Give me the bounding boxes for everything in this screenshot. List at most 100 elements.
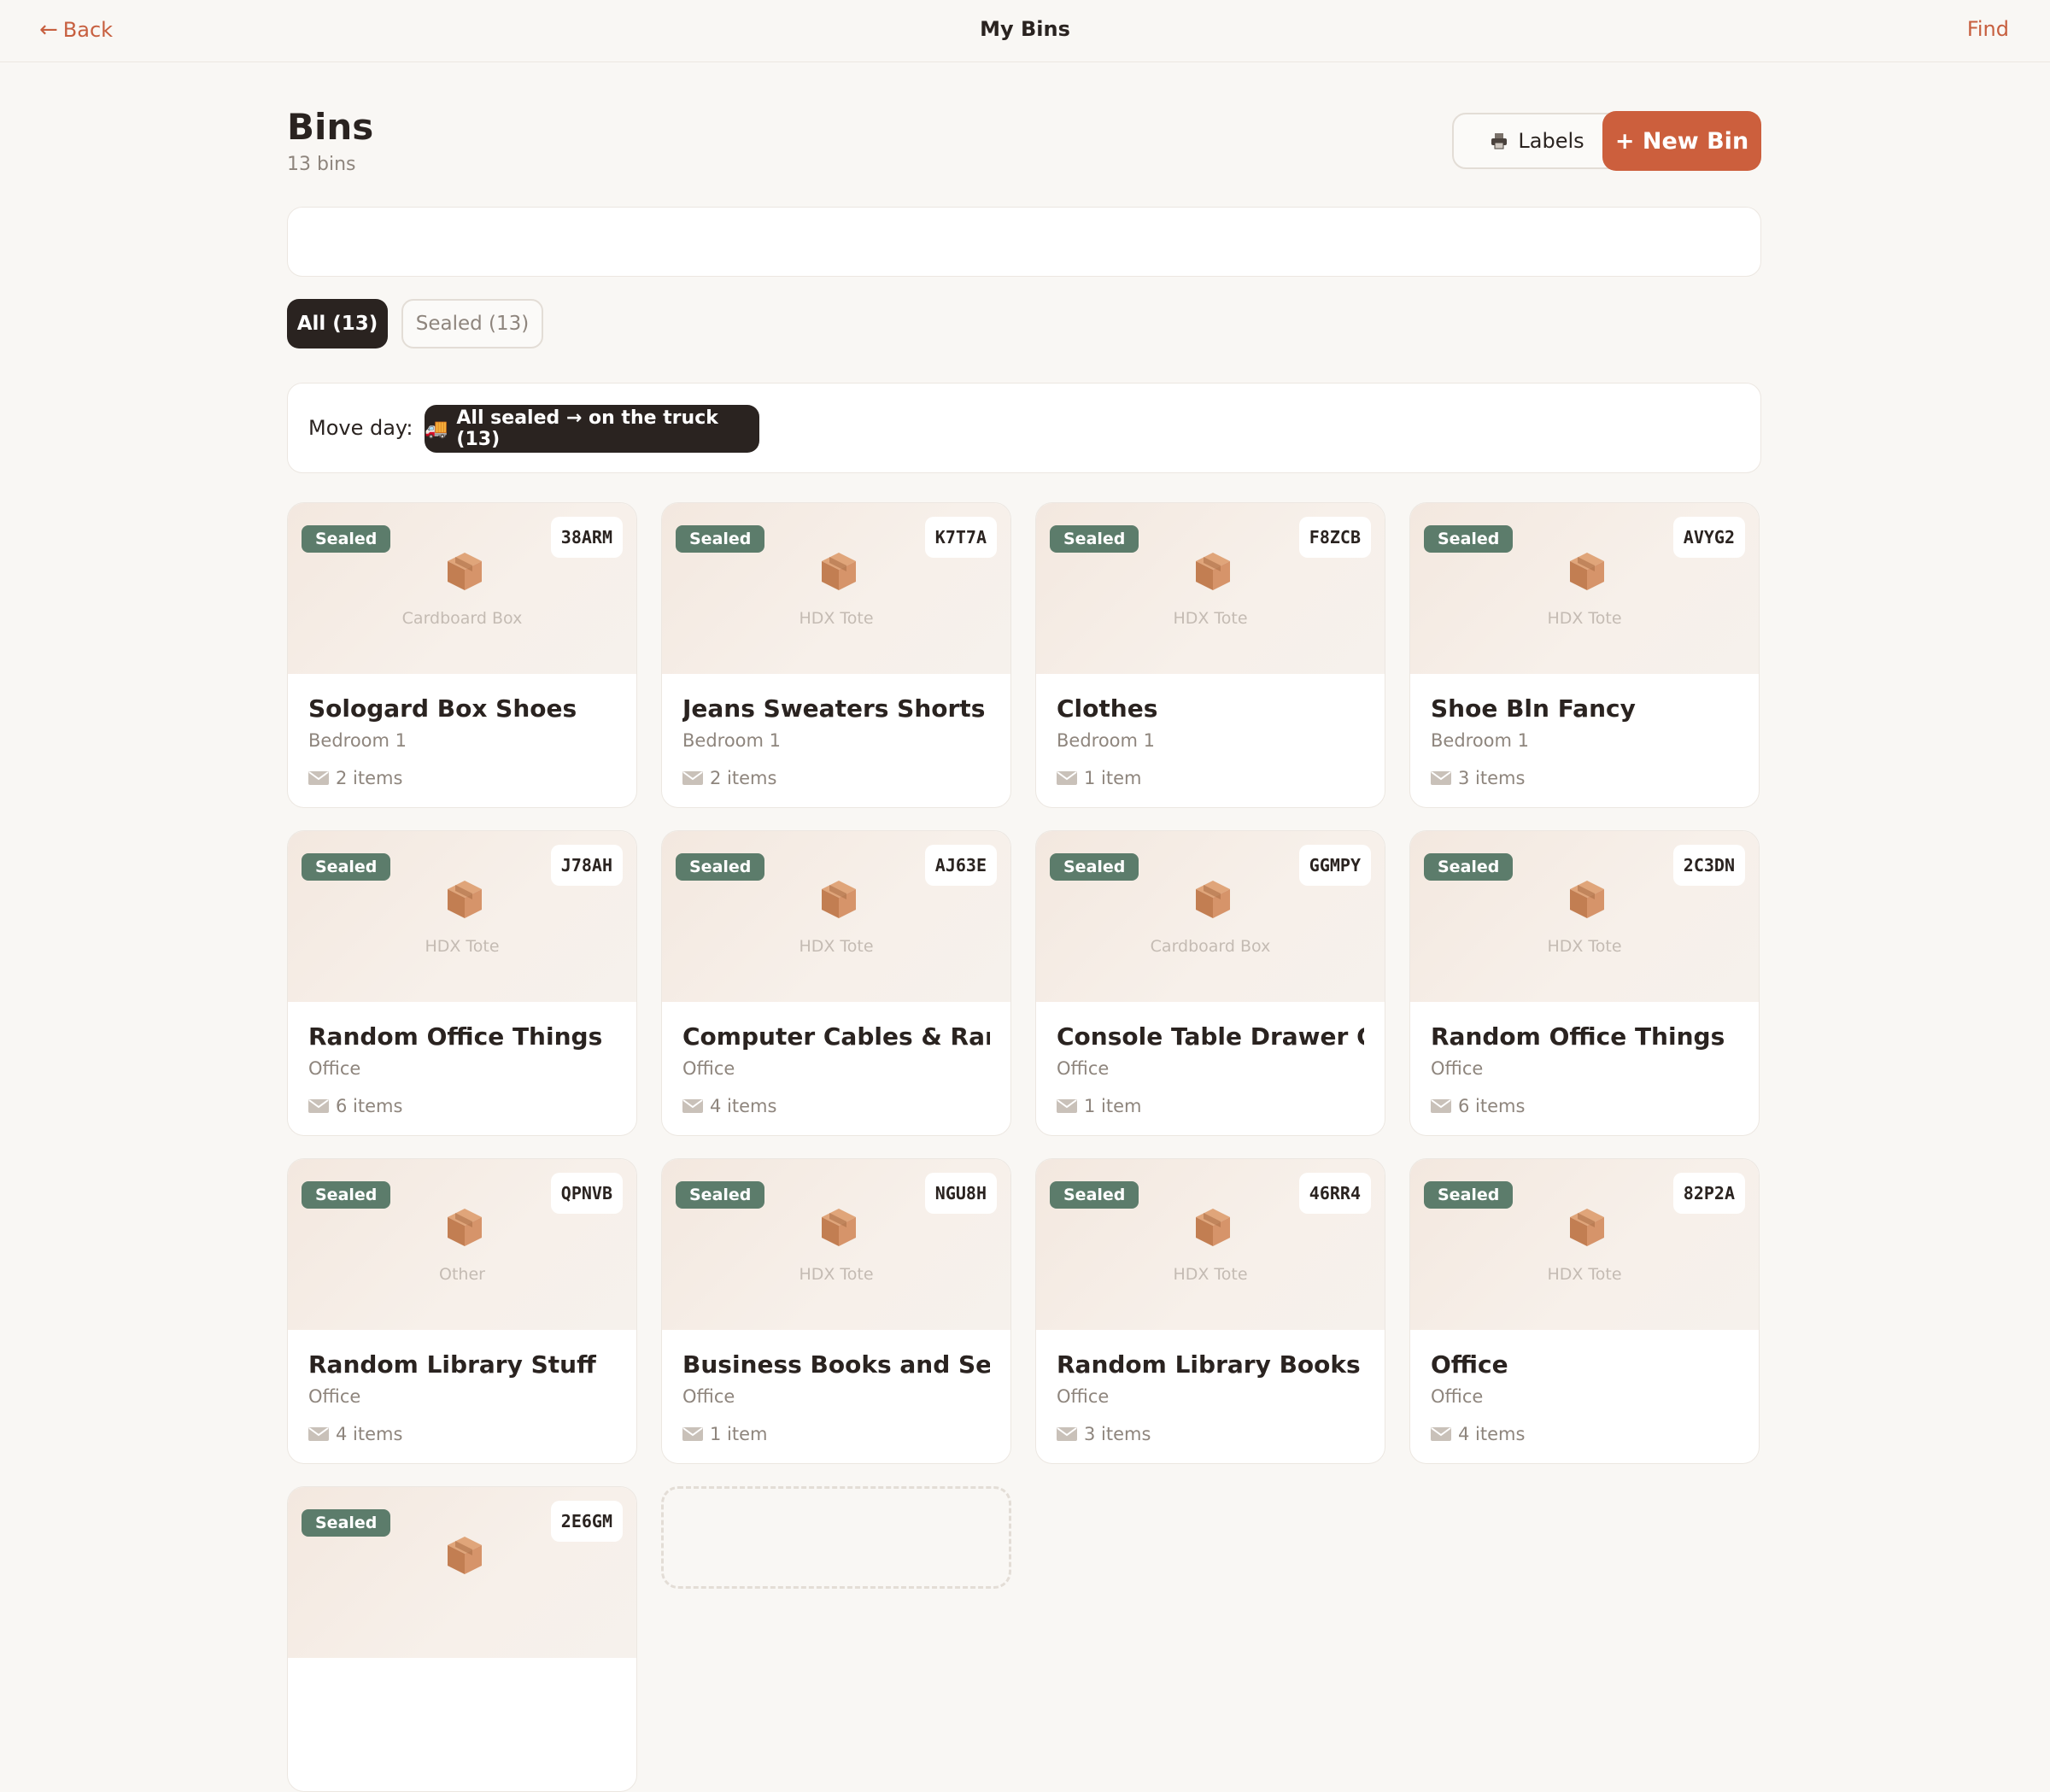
filter-sealed[interactable]: Sealed (13)	[401, 299, 543, 348]
find-link[interactable]: Find	[1967, 17, 2009, 41]
bin-item-count: 6 items	[1431, 1096, 1525, 1116]
bin-card[interactable]: Sealed QPNVB Other Random Library Stuff Offi…	[287, 1158, 637, 1464]
envelope-icon	[1431, 1427, 1451, 1441]
envelope-icon	[1057, 771, 1077, 785]
bin-name: Office	[1431, 1350, 1508, 1379]
bin-card[interactable]: Sealed AJ63E HDX Tote Computer Cables & Ran…	[661, 830, 1011, 1136]
status-badge: Sealed	[1050, 853, 1139, 881]
bin-type: HDX Tote	[799, 609, 874, 628]
new-bin-button[interactable]: + New Bin	[1602, 111, 1761, 171]
envelope-icon	[1431, 1099, 1451, 1113]
bin-card[interactable]: Sealed NGU8H HDX Tote Business Books and Se…	[661, 1158, 1011, 1464]
bin-item-count: 2 items	[682, 768, 776, 788]
bin-type: Cardboard Box	[1150, 937, 1271, 956]
bin-name: Random Library Stuff	[308, 1350, 596, 1379]
bin-card-header: Sealed NGU8H HDX Tote	[662, 1159, 1010, 1330]
bin-card[interactable]: Sealed GGMPY Cardboard Box Console Table Dr…	[1035, 830, 1385, 1136]
bin-name: Random Library Books	[1057, 1350, 1361, 1379]
bin-name: Random Office Things	[308, 1022, 603, 1051]
status-badge: Sealed	[302, 1509, 391, 1537]
box-icon	[1570, 1209, 1604, 1246]
bin-count: 13 bins	[287, 154, 356, 175]
bin-item-count: 4 items	[1431, 1424, 1525, 1444]
bin-type: HDX Tote	[799, 1265, 874, 1284]
bin-item-count-text: 3 items	[1458, 768, 1526, 788]
bin-code: 38ARM	[550, 517, 623, 558]
bin-room: Office	[682, 1386, 735, 1407]
bin-type: HDX Tote	[425, 937, 500, 956]
bin-code: 2E6GM	[550, 1501, 623, 1542]
envelope-icon	[308, 771, 329, 785]
bin-card[interactable]: Sealed AVYG2 HDX Tote Shoe Bln Fancy Bedroom…	[1409, 502, 1760, 808]
bin-card[interactable]: Sealed F8ZCB HDX Tote Clothes Bedroom 1 1 ite…	[1035, 502, 1385, 808]
bin-card[interactable]: Sealed J78AH HDX Tote Random Office Things O…	[287, 830, 637, 1136]
bin-card-header: Sealed 46RR4 HDX Tote	[1036, 1159, 1385, 1330]
bin-item-count: 1 item	[682, 1424, 767, 1444]
filter-all[interactable]: All (13)	[287, 299, 388, 348]
bin-room: Office	[1431, 1386, 1484, 1407]
bin-room: Bedroom 1	[1431, 730, 1530, 751]
app-title: My Bins	[980, 17, 1070, 41]
bin-card[interactable]: Sealed K7T7A HDX Tote Jeans Sweaters Shorts…	[661, 502, 1011, 808]
bin-code: GGMPY	[1298, 845, 1371, 886]
status-badge: Sealed	[676, 1181, 765, 1209]
bin-name: Sologard Box Shoes	[308, 694, 577, 723]
bin-item-count-text: 4 items	[710, 1096, 777, 1116]
bin-name: Computer Cables & Random Items	[682, 1022, 990, 1051]
bin-card-header: Sealed 2E6GM	[288, 1487, 636, 1658]
bin-name: Business Books and Self Help	[682, 1350, 990, 1379]
bin-name: Clothes	[1057, 694, 1158, 723]
add-bin-placeholder[interactable]	[661, 1486, 1011, 1589]
bin-item-count: 1 item	[1057, 768, 1141, 788]
status-badge: Sealed	[676, 853, 765, 881]
bin-item-count: 4 items	[682, 1096, 776, 1116]
bin-item-count: 2 items	[308, 768, 402, 788]
search-input[interactable]	[288, 208, 1760, 276]
status-badge: Sealed	[1050, 525, 1139, 553]
bin-room: Office	[308, 1058, 361, 1079]
bin-code: NGU8H	[924, 1173, 997, 1214]
move-day-panel: Move day: 🚚 All sealed → on the truck (1…	[287, 383, 1761, 473]
bin-item-count-text: 2 items	[710, 768, 777, 788]
bin-name: Shoe Bln Fancy	[1431, 694, 1636, 723]
bin-item-count-text: 3 items	[1084, 1424, 1151, 1444]
bin-card[interactable]: Sealed 82P2A HDX Tote Office Office 4 items	[1409, 1158, 1760, 1464]
bin-room: Office	[682, 1058, 735, 1079]
bin-type: HDX Tote	[1547, 609, 1622, 628]
printer-icon	[1491, 133, 1508, 149]
bin-type: HDX Tote	[1173, 1265, 1248, 1284]
bin-card[interactable]: Sealed 2C3DN HDX Tote Random Office Things O…	[1409, 830, 1760, 1136]
status-badge: Sealed	[676, 525, 765, 553]
bin-type: HDX Tote	[1173, 609, 1248, 628]
box-icon	[1570, 553, 1604, 590]
top-bar: ← Back My Bins Find	[0, 0, 2050, 62]
box-icon	[448, 1209, 482, 1246]
box-icon	[1196, 881, 1230, 918]
move-day-button[interactable]: 🚚 All sealed → on the truck (13)	[425, 405, 759, 453]
bin-item-count-text: 6 items	[1458, 1096, 1526, 1116]
status-badge: Sealed	[1424, 525, 1514, 553]
bin-item-count-text: 4 items	[336, 1424, 403, 1444]
bin-card[interactable]: Sealed 46RR4 HDX Tote Random Library Books O…	[1035, 1158, 1385, 1464]
labels-button-text: Labels	[1518, 129, 1584, 153]
search-bar	[287, 207, 1761, 277]
move-day-label: Move day:	[308, 416, 413, 440]
bin-card[interactable]: Sealed 38ARM Cardboard Box Sologard Box Sho…	[287, 502, 637, 808]
bin-code: 82P2A	[1672, 1173, 1745, 1214]
bin-code: J78AH	[550, 845, 623, 886]
bin-type: HDX Tote	[1547, 937, 1622, 956]
envelope-icon	[682, 1427, 703, 1441]
bin-room: Office	[1057, 1058, 1110, 1079]
bin-code: AJ63E	[924, 845, 997, 886]
bin-code: 2C3DN	[1672, 845, 1745, 886]
bin-type: Other	[439, 1265, 485, 1284]
bin-card[interactable]: Sealed 2E6GM	[287, 1486, 637, 1792]
bin-card-header: Sealed AJ63E HDX Tote	[662, 831, 1010, 1002]
envelope-icon	[308, 1099, 329, 1113]
bin-card-header: Sealed GGMPY Cardboard Box	[1036, 831, 1385, 1002]
bin-code: AVYG2	[1672, 517, 1745, 558]
move-day-button-text: All sealed → on the truck (13)	[456, 407, 718, 450]
page-title: Bins	[287, 106, 374, 148]
labels-button[interactable]: Labels	[1452, 113, 1623, 169]
envelope-icon	[682, 1099, 703, 1113]
